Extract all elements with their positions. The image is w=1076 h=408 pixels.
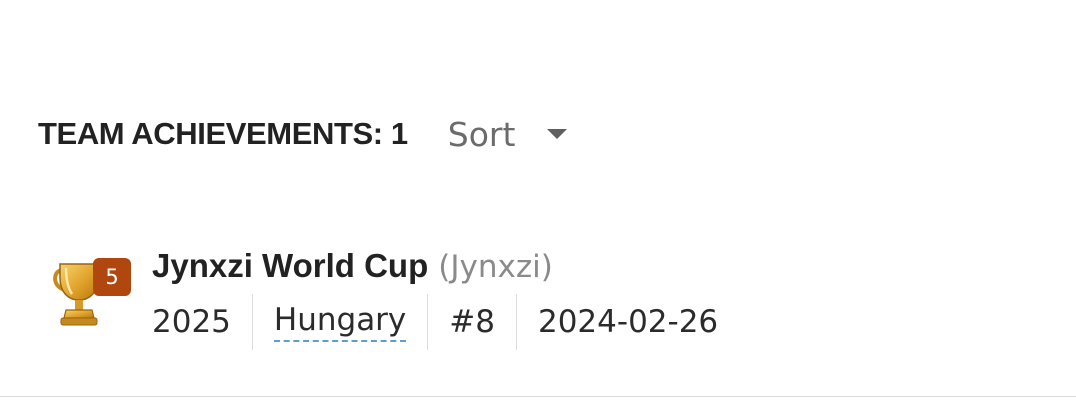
caret-down-icon — [547, 129, 568, 139]
achievement-meta: 2025 Hungary #8 2024-02-26 — [152, 294, 718, 350]
section-header: TEAM ACHIEVEMENTS: 1 Sort — [38, 112, 568, 156]
achievement-country-link[interactable]: Hungary — [273, 302, 407, 342]
achievement-name[interactable]: Jynxzi World Cup — [152, 247, 428, 285]
count-badge: 5 — [93, 258, 131, 296]
page: TEAM ACHIEVEMENTS: 1 Sort 5 Jynxzi World… — [0, 0, 1076, 408]
achievement-rank: #8 — [449, 304, 495, 340]
divider — [427, 294, 429, 350]
divider — [251, 294, 253, 350]
sort-dropdown[interactable]: Sort — [448, 115, 568, 154]
achievement-item: 5 Jynxzi World Cup (Jynxzi) 2025 Hungary… — [50, 244, 950, 354]
sort-label: Sort — [447, 114, 516, 154]
achievement-date: 2024-02-26 — [537, 304, 719, 340]
section-title: TEAM ACHIEVEMENTS: 1 — [38, 116, 408, 151]
achievement-year: 2025 — [152, 304, 231, 340]
divider — [515, 294, 517, 350]
achievement-organizer: (Jynxzi) — [438, 249, 553, 285]
divider — [0, 396, 1076, 397]
achievement-title-row: Jynxzi World Cup (Jynxzi) — [152, 247, 553, 285]
